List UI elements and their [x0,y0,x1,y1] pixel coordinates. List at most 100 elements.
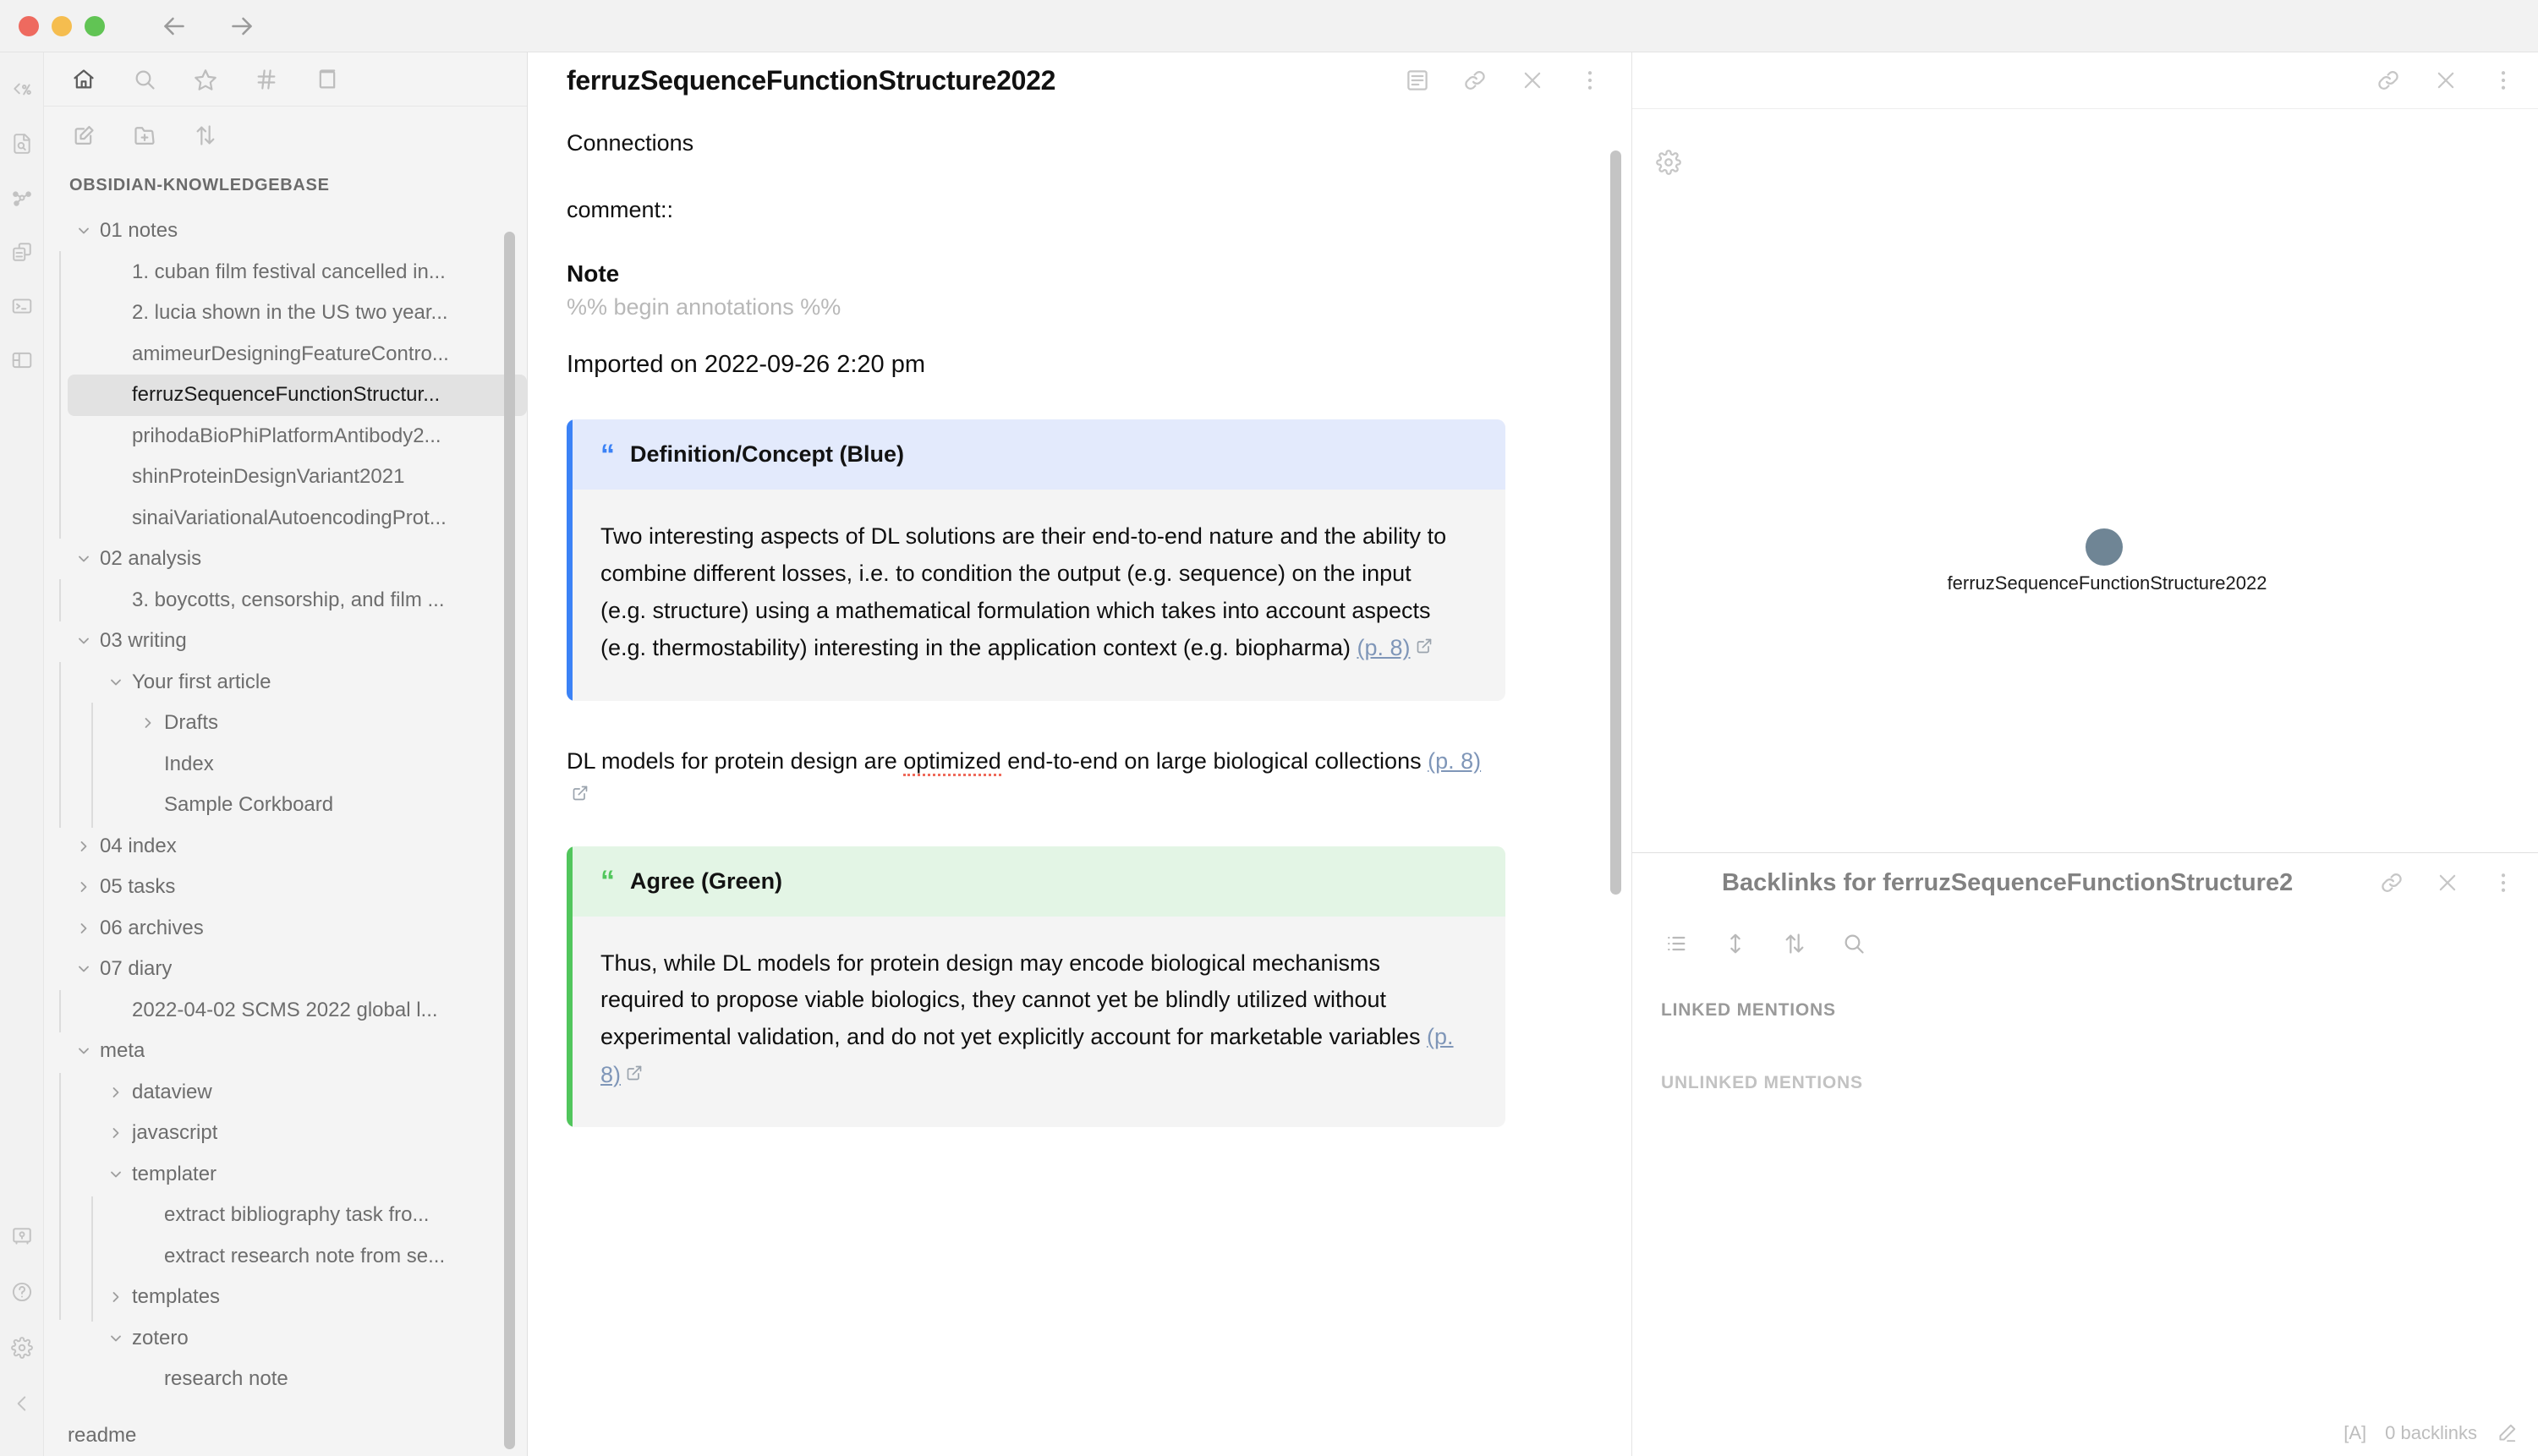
layout-panel-icon[interactable] [3,342,41,379]
tree-file-2022-04-02-scms-2022-global-l[interactable]: 2022-04-02 SCMS 2022 global l... [68,990,527,1032]
back-arrow-icon[interactable] [157,9,191,43]
reading-view-icon[interactable] [1401,64,1433,96]
graph-node[interactable] [2085,528,2123,566]
file-search-icon[interactable] [3,125,41,162]
graph-view[interactable]: ferruzSequenceFunctionStructure2022 [1632,108,2538,852]
more-options-icon[interactable] [2487,867,2519,899]
tree-folder-drafts[interactable]: Drafts [68,703,527,744]
tree-file-extract-research-note-from-se[interactable]: extract research note from se... [68,1236,527,1278]
sidebar-item-readme[interactable]: readme [68,1424,136,1448]
document-content[interactable]: Connections comment:: Note %% begin anno… [528,108,1631,1456]
tree-folder-templater[interactable]: templater [68,1154,527,1196]
tree-folder-04-index[interactable]: 04 index [68,826,527,868]
tree-file-ferruzsequencefunctionstructur[interactable]: ferruzSequenceFunctionStructur... [68,375,527,416]
tree-folder-02-analysis[interactable]: 02 analysis [68,539,527,580]
hash-icon[interactable] [250,63,282,96]
tree-file-extract-bibliography-task-fro[interactable]: extract bibliography task fro... [68,1195,527,1236]
tree-file-index[interactable]: Index [68,744,527,785]
chevron-down-icon[interactable] [100,1330,132,1347]
tree-folder-06-archives[interactable]: 06 archives [68,908,527,950]
chevron-left-icon[interactable] [3,1385,41,1422]
tree-folder-templates[interactable]: templates [68,1277,527,1318]
template-percent-icon[interactable] [3,71,41,108]
chevron-down-icon[interactable] [68,961,100,977]
link-icon[interactable] [1459,64,1491,96]
sort-icon[interactable] [1779,928,1810,959]
tree-folder-03-writing[interactable]: 03 writing [68,621,527,662]
tree-folder-01-notes[interactable]: 01 notes [68,211,527,252]
collapse-results-icon[interactable] [1661,928,1691,959]
tree-file-amimeurdesigningfeaturecontro[interactable]: amimeurDesigningFeatureContro... [68,334,527,375]
page-link[interactable]: (p. 8) [1428,748,1481,774]
backlinks-pane: Backlinks for ferruzSequenceFunctionStru… [1632,852,2538,1456]
tree-file-1-cuban-film-festival-cancelled-in[interactable]: 1. cuban film festival cancelled in... [68,252,527,293]
tree-file-sinaivariationalautoencodingprot[interactable]: sinaiVariationalAutoencodingProt... [68,498,527,539]
close-icon[interactable] [2430,64,2462,96]
external-link-icon[interactable] [1416,629,1433,666]
tree-file-shinproteindesignvariant2021[interactable]: shinProteinDesignVariant2021 [68,457,527,498]
tree-file-2-lucia-shown-in-the-us-two-year[interactable]: 2. lucia shown in the US two year... [68,293,527,334]
pencil-icon[interactable] [2496,1422,2518,1444]
tree-item-label: sinaiVariationalAutoencodingProt... [132,506,447,529]
tree-folder-05-tasks[interactable]: 05 tasks [68,867,527,908]
tree-folder-dataview[interactable]: dataview [68,1072,527,1114]
chevron-right-icon[interactable] [100,1125,132,1141]
tree-folder-07-diary[interactable]: 07 diary [68,949,527,990]
link-icon[interactable] [2372,64,2404,96]
forward-arrow-icon[interactable] [225,9,259,43]
page-link[interactable]: (p. 8) [1357,635,1410,660]
maximize-window-button[interactable] [85,15,105,36]
star-icon[interactable] [189,63,222,96]
external-link-icon[interactable] [572,778,589,811]
chevron-down-icon[interactable] [100,1166,132,1183]
sidebar-scrollbar[interactable] [504,218,515,1449]
sidebar-scrollbar-thumb[interactable] [504,232,515,1449]
copy-files-icon[interactable] [3,233,41,271]
chevron-right-icon[interactable] [100,1084,132,1101]
minimize-window-button[interactable] [52,15,72,36]
tree-file-3-boycotts-censorship-and-film[interactable]: 3. boycotts, censorship, and film ... [68,580,527,621]
gear-icon[interactable] [3,1329,41,1366]
sort-icon[interactable] [189,119,222,151]
chevron-right-icon[interactable] [132,714,164,731]
terminal-icon[interactable] [3,287,41,325]
gear-icon[interactable] [1656,150,1681,179]
close-window-button[interactable] [19,15,39,36]
quote-icon: “ [600,864,615,897]
search-icon[interactable] [129,63,161,96]
chevron-down-icon[interactable] [68,222,100,239]
tree-folder-javascript[interactable]: javascript [68,1113,527,1154]
tree-item-label: zotero [132,1326,189,1349]
main-scrollbar-thumb[interactable] [1610,151,1621,895]
tree-folder-your-first-article[interactable]: Your first article [68,662,527,703]
main-scrollbar[interactable] [1610,151,1621,1380]
graph-icon[interactable] [3,179,41,216]
chevron-down-icon[interactable] [68,632,100,649]
expand-height-icon[interactable] [1720,928,1751,959]
more-options-icon[interactable] [2487,64,2519,96]
tree-file-sample-corkboard[interactable]: Sample Corkboard [68,785,527,826]
vault-icon[interactable] [3,1218,41,1255]
tree-file-prihodabiophiplatformantibody2[interactable]: prihodaBioPhiPlatformAntibody2... [68,416,527,457]
chevron-down-icon[interactable] [100,674,132,691]
chevron-down-icon[interactable] [68,550,100,567]
new-folder-icon[interactable] [129,119,161,151]
help-icon[interactable] [3,1273,41,1311]
new-note-icon[interactable] [68,119,100,151]
search-icon[interactable] [1839,928,1869,959]
external-link-icon[interactable] [626,1056,643,1093]
link-icon[interactable] [2376,867,2408,899]
close-icon[interactable] [1516,64,1549,96]
chevron-right-icon[interactable] [68,879,100,895]
tree-folder-meta[interactable]: meta [68,1031,527,1072]
home-icon[interactable] [68,63,100,96]
tree-folder-zotero[interactable]: zotero [68,1318,527,1360]
close-icon[interactable] [2431,867,2464,899]
tree-file-research-note[interactable]: research note [68,1359,527,1400]
chevron-right-icon[interactable] [68,838,100,855]
chevron-down-icon[interactable] [68,1043,100,1059]
chevron-right-icon[interactable] [68,920,100,937]
more-options-icon[interactable] [1574,64,1606,96]
chevron-right-icon[interactable] [100,1289,132,1305]
book-icon[interactable] [311,63,343,96]
